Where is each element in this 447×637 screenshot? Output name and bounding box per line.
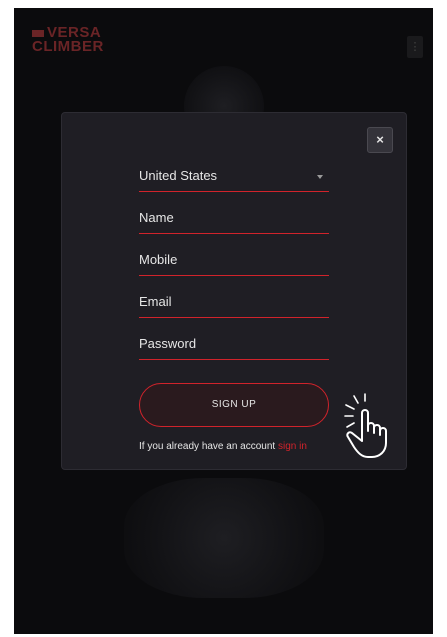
- email-placeholder: Email: [139, 294, 172, 309]
- mobile-placeholder: Mobile: [139, 252, 178, 267]
- background-figure-lower: [124, 478, 324, 598]
- close-button[interactable]: ×: [367, 127, 393, 153]
- name-placeholder: Name: [139, 210, 174, 225]
- signup-button[interactable]: SIGN UP: [139, 383, 329, 427]
- menu-icon: ⋮: [409, 41, 421, 53]
- password-field[interactable]: Password: [139, 329, 329, 360]
- signin-link[interactable]: sign in: [278, 441, 307, 452]
- signup-modal: × United States Name Mobile Email Passwo…: [61, 112, 407, 470]
- account-prompt: If you already have an account sign in: [139, 441, 307, 452]
- logo-text-line2: CLIMBER: [32, 38, 104, 55]
- email-field[interactable]: Email: [139, 287, 329, 318]
- tap-hand-icon: [344, 393, 387, 458]
- password-placeholder: Password: [139, 336, 197, 351]
- name-field[interactable]: Name: [139, 203, 329, 234]
- country-select[interactable]: United States: [139, 161, 329, 192]
- account-prompt-text: If you already have an account: [139, 441, 276, 452]
- menu-button[interactable]: ⋮: [407, 36, 423, 58]
- versaclimber-logo: VERSA CLIMBER: [32, 24, 128, 60]
- mobile-field[interactable]: Mobile: [139, 245, 329, 276]
- country-value: United States: [139, 168, 218, 183]
- chevron-down-icon: [317, 175, 323, 179]
- close-icon: ×: [376, 132, 384, 147]
- app-screen: VERSA CLIMBER ⋮ × United States Name Mob…: [14, 8, 433, 634]
